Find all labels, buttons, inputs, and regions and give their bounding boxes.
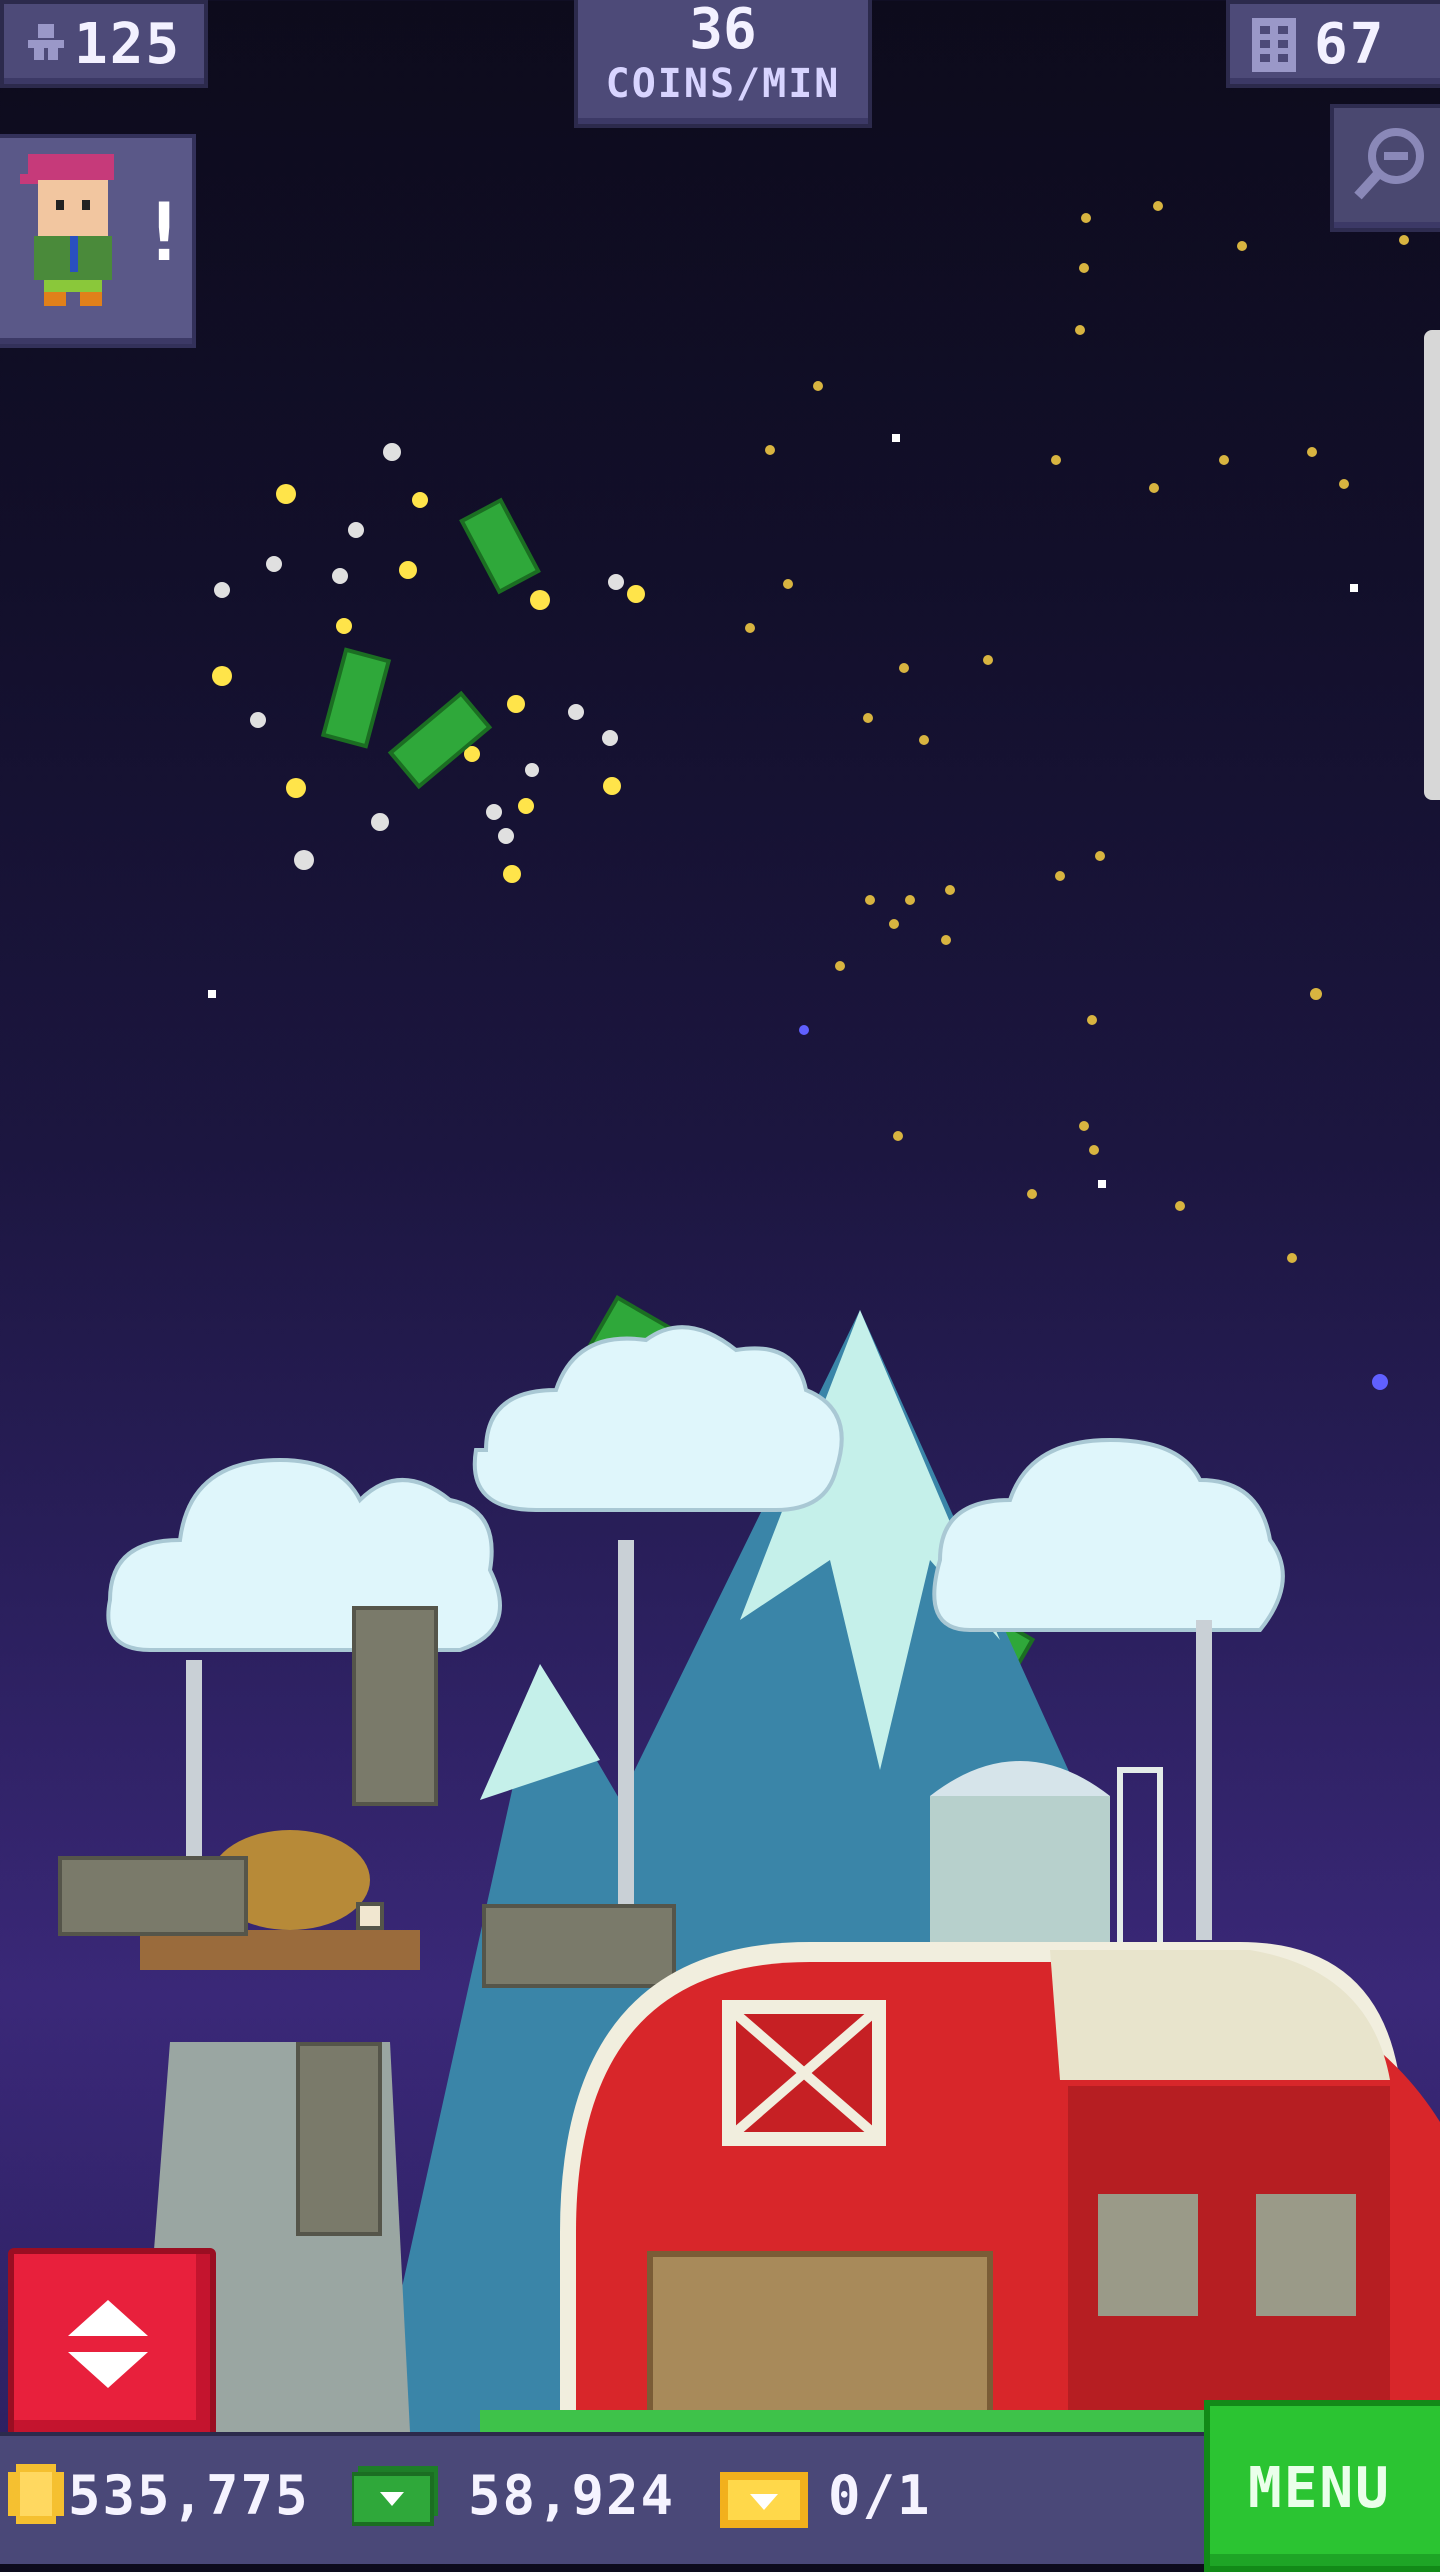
- population-counter[interactable]: 125: [0, 0, 208, 88]
- stars: [745, 201, 1409, 1263]
- elevator-up-down-icon: [60, 2296, 156, 2396]
- building-icon: [1252, 18, 1296, 76]
- vip-ticket-icon: [720, 2472, 808, 2532]
- coins-value: 535,775: [68, 2464, 310, 2527]
- elevator-button[interactable]: [8, 2248, 216, 2440]
- coins-per-min-counter[interactable]: 36 COINS/MIN: [574, 0, 872, 128]
- coins-per-min-unit: COINS/MIN: [605, 61, 841, 107]
- bux-value: 58,924: [468, 2464, 676, 2527]
- zoom-out-button[interactable]: [1330, 104, 1440, 232]
- population-value: 125: [74, 12, 182, 77]
- magnifier-zoom-out-icon: [1350, 122, 1430, 210]
- exclamation-icon: !: [140, 186, 189, 279]
- firework-sparkles: [212, 443, 645, 883]
- floor-counter[interactable]: 67: [1226, 0, 1440, 88]
- side-panel-handle[interactable]: [1424, 330, 1440, 800]
- bux-bill-icon: [350, 2466, 442, 2530]
- grain-silo: [930, 1761, 1163, 1973]
- person-icon: [26, 22, 66, 62]
- bitizen-notification-button[interactable]: !: [0, 134, 196, 348]
- avatar: [16, 150, 126, 314]
- game-scene: [58, 201, 1440, 2435]
- menu-label: MENU: [1248, 2456, 1391, 2521]
- barn: [560, 1942, 1440, 2435]
- coin-icon: [8, 2464, 64, 2528]
- floor-count-value: 67: [1314, 12, 1386, 77]
- vip-value: 0/1: [828, 2464, 932, 2527]
- menu-button[interactable]: MENU: [1204, 2400, 1440, 2572]
- clouds: [106, 1325, 1285, 1652]
- coins-per-min-value: 36: [689, 0, 757, 62]
